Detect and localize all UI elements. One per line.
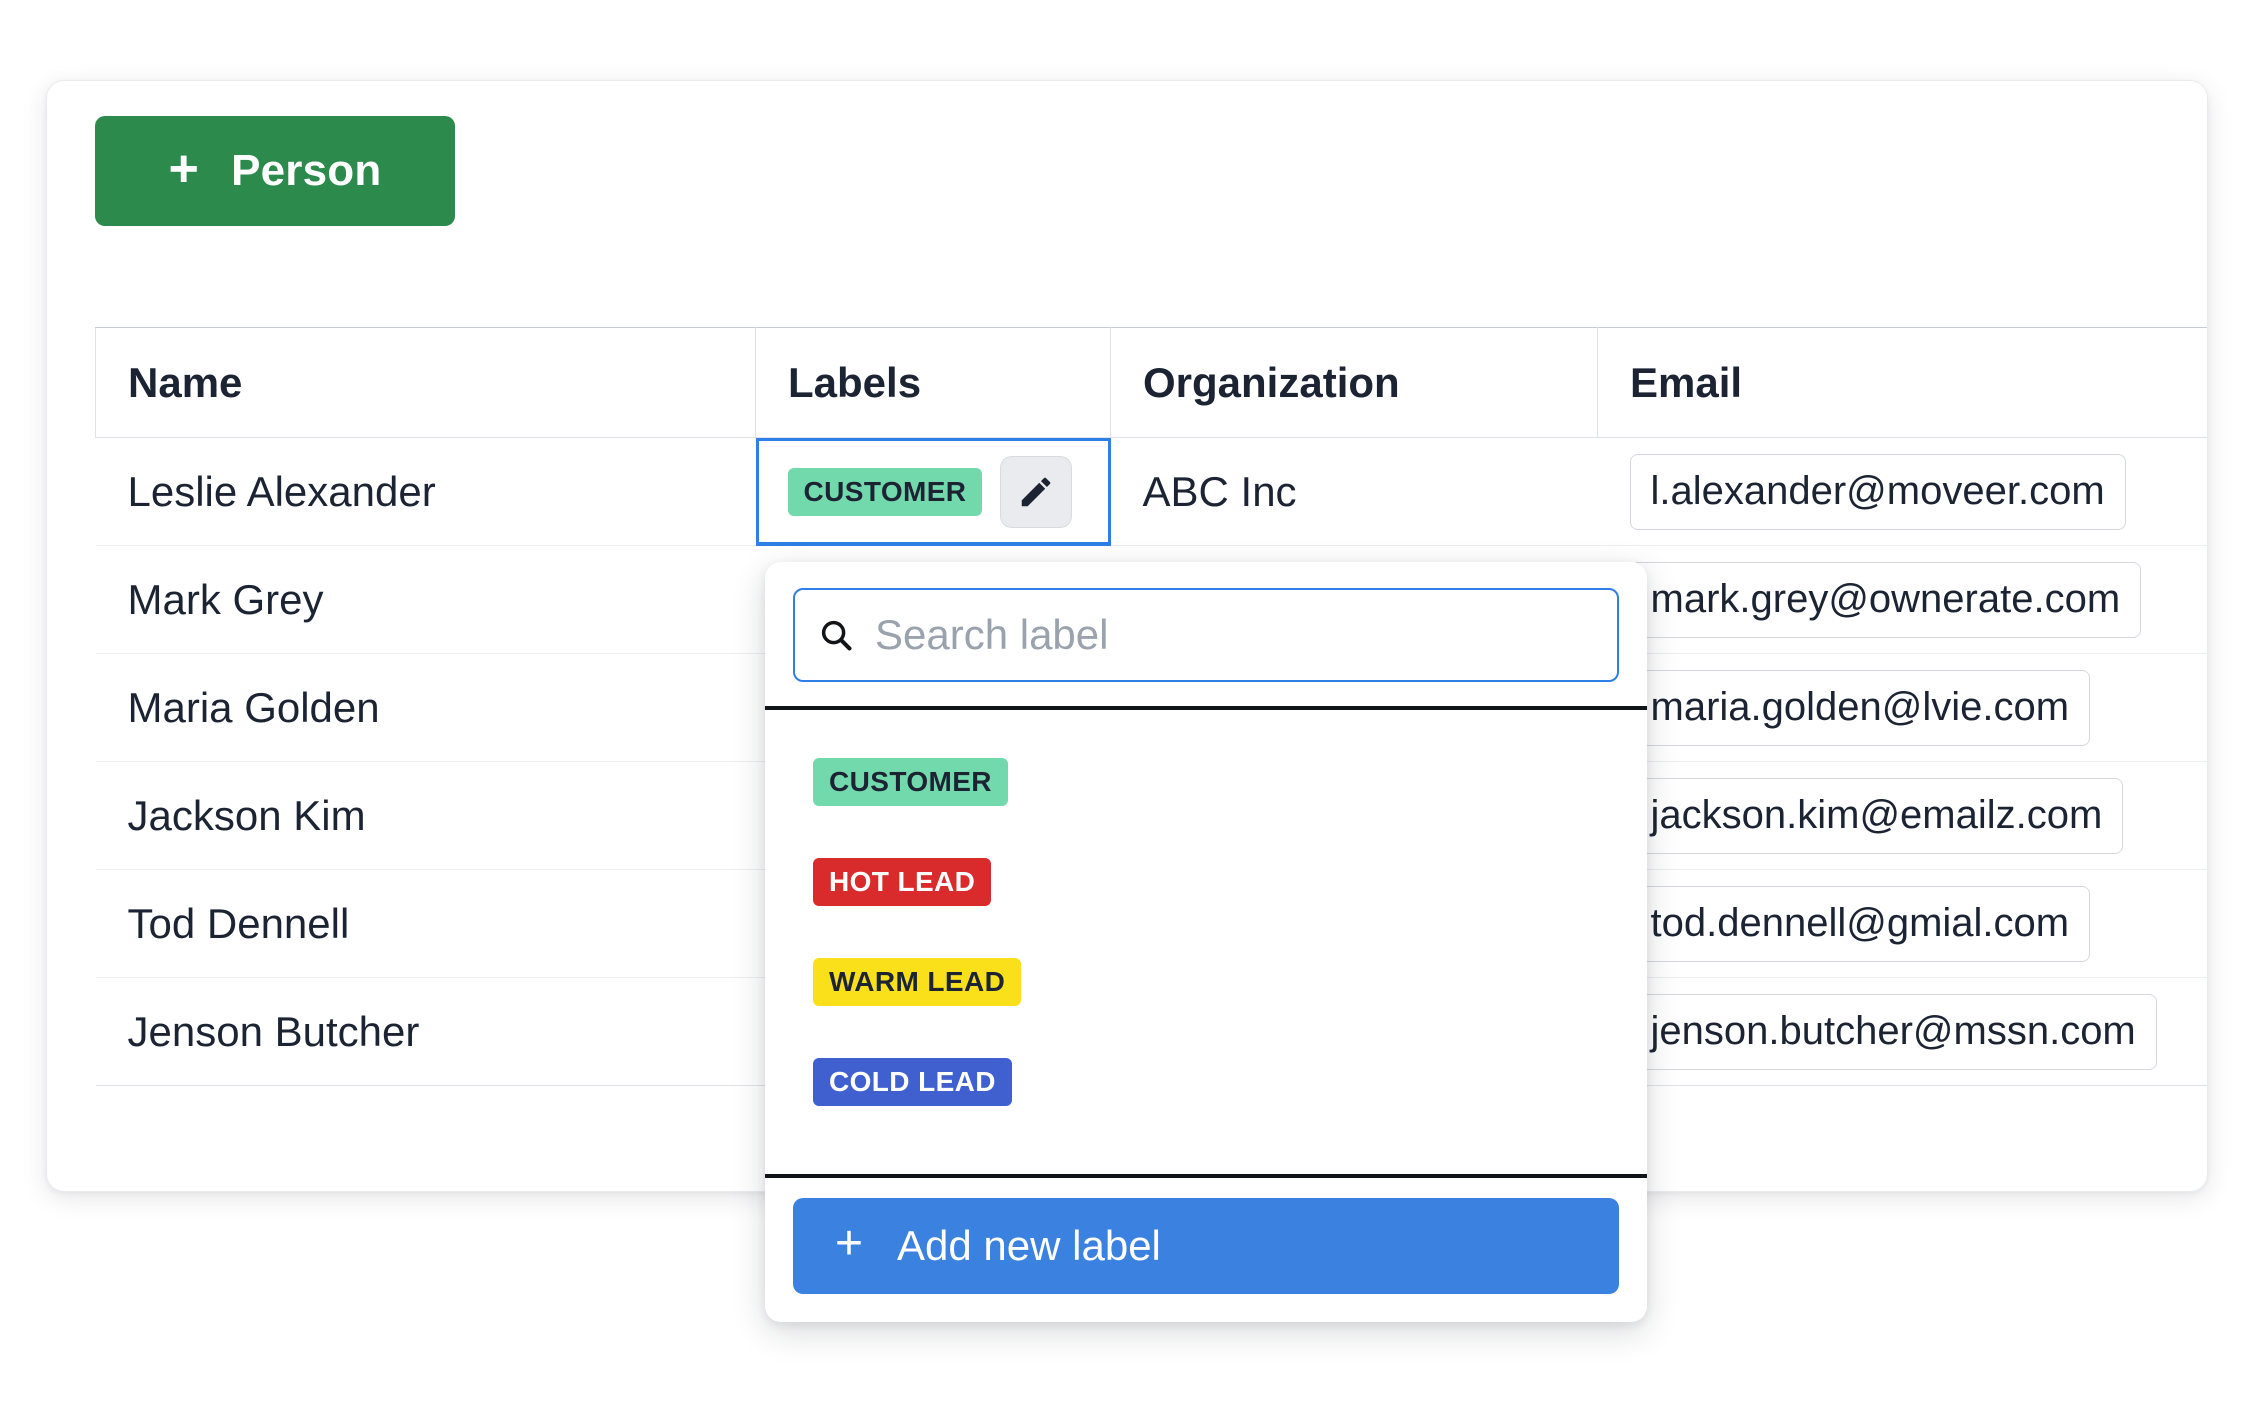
- cell-email: maria.golden@lvie.com: [1597, 653, 2207, 762]
- cell-email: l.alexander@moveer.com: [1597, 437, 2207, 546]
- cell-email: mark.grey@ownerate.com: [1597, 545, 2207, 654]
- column-header-name[interactable]: Name: [95, 327, 756, 438]
- add-person-label: Person: [231, 146, 382, 195]
- plus-icon: +: [168, 140, 200, 198]
- cell-name: Maria Golden: [95, 653, 756, 762]
- cell-organization: ABC Inc: [1110, 437, 1598, 546]
- label-option-customer[interactable]: CUSTOMER: [765, 732, 1647, 832]
- add-new-label-button[interactable]: + Add new label: [793, 1198, 1619, 1294]
- cell-labels[interactable]: CUSTOMER: [755, 437, 1111, 546]
- label-option-cold-lead[interactable]: COLD LEAD: [765, 1032, 1647, 1132]
- cell-name: Jenson Butcher: [95, 977, 756, 1086]
- label-search-container: [765, 562, 1647, 706]
- cell-email: jackson.kim@emailz.com: [1597, 761, 2207, 870]
- pencil-icon: [1022, 477, 1051, 506]
- label-dropdown-panel: CUSTOMER HOT LEAD WARM LEAD COLD LEAD + …: [765, 562, 1647, 1322]
- cell-name: Leslie Alexander: [95, 437, 756, 546]
- email-value[interactable]: jackson.kim@emailz.com: [1629, 777, 2124, 854]
- label-option-warm-lead[interactable]: WARM LEAD: [765, 932, 1647, 1032]
- cell-name: Tod Dennell: [95, 869, 756, 978]
- table-row: Leslie Alexander CUSTOMER ABC Inc l.alex…: [95, 437, 2207, 546]
- column-header-labels[interactable]: Labels: [755, 327, 1111, 438]
- label-badge-cold-lead: COLD LEAD: [813, 1058, 1012, 1106]
- label-badge-customer: CUSTOMER: [813, 758, 1008, 806]
- label-options-list: CUSTOMER HOT LEAD WARM LEAD COLD LEAD: [765, 710, 1647, 1174]
- app-root: + Person Name Labels Organization Email: [0, 0, 2250, 1406]
- edit-labels-button[interactable]: [1000, 455, 1073, 528]
- email-value[interactable]: l.alexander@moveer.com: [1629, 453, 2126, 530]
- cell-name: Mark Grey: [95, 545, 756, 654]
- cell-email: tod.dennell@gmial.com: [1597, 869, 2207, 978]
- email-value[interactable]: jenson.butcher@mssn.com: [1629, 993, 2157, 1070]
- label-badge-warm-lead: WARM LEAD: [813, 958, 1022, 1006]
- column-header-email[interactable]: Email: [1597, 327, 2207, 438]
- label-badge-customer[interactable]: CUSTOMER: [787, 467, 983, 516]
- email-value[interactable]: maria.golden@lvie.com: [1629, 669, 2091, 746]
- column-header-organization[interactable]: Organization: [1110, 327, 1598, 438]
- add-person-button[interactable]: + Person: [95, 116, 455, 226]
- label-badge-hot-lead: HOT LEAD: [813, 858, 992, 906]
- label-search-input[interactable]: [875, 590, 1595, 680]
- search-icon: [821, 620, 852, 651]
- plus-icon: +: [835, 1217, 864, 1270]
- dropdown-footer: + Add new label: [765, 1178, 1647, 1320]
- label-option-hot-lead[interactable]: HOT LEAD: [765, 832, 1647, 932]
- cell-email: jenson.butcher@mssn.com: [1597, 977, 2207, 1086]
- add-new-label-text: Add new label: [897, 1222, 1161, 1269]
- email-value[interactable]: tod.dennell@gmial.com: [1629, 885, 2091, 962]
- cell-name: Jackson Kim: [95, 761, 756, 870]
- email-value[interactable]: mark.grey@ownerate.com: [1629, 561, 2142, 638]
- table-header-row: Name Labels Organization Email: [95, 327, 2207, 438]
- label-search-field[interactable]: [793, 588, 1619, 682]
- table-header: Name Labels Organization Email: [95, 327, 2207, 438]
- labels-group: CUSTOMER: [787, 455, 1111, 528]
